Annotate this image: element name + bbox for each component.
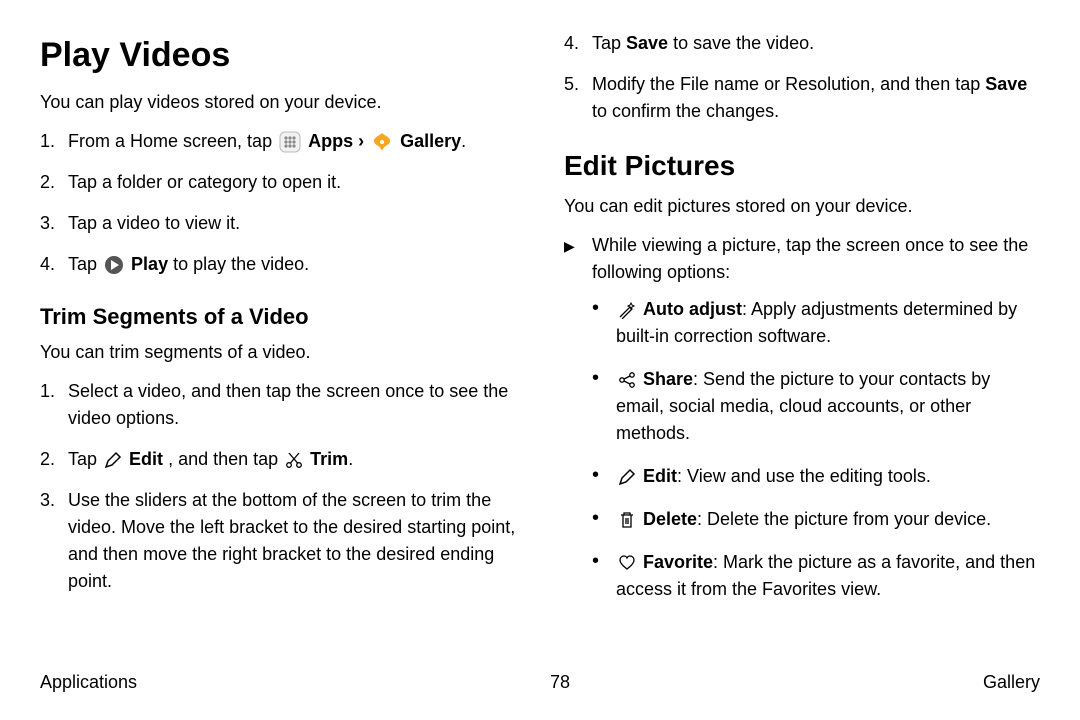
footer-left: Applications (40, 669, 137, 696)
scissors-icon (285, 451, 303, 469)
step-4-text-b: to play the video. (173, 254, 309, 274)
option-share: Share: Send the picture to your contacts… (592, 366, 1040, 447)
cont-step-5: Modify the File name or Resolution, and … (564, 71, 1040, 125)
step-1-text-a: From a Home screen, tap (68, 131, 277, 151)
option-edit: Edit: View and use the editing tools. (592, 463, 1040, 490)
trim-steps: Select a video, and then tap the screen … (40, 378, 516, 595)
play-videos-heading: Play Videos (40, 30, 516, 81)
step-2-text: Tap a folder or category to open it. (68, 169, 516, 196)
arrow-item-text: While viewing a picture, tap the screen … (592, 235, 1028, 282)
option-delete: Delete: Delete the picture from your dev… (592, 506, 1040, 533)
step-4: Tap Play to play the video. (40, 251, 516, 278)
step-1: From a Home screen, tap Apps › Gallery. (40, 128, 516, 155)
auto-adjust-icon (618, 301, 636, 319)
arrow-item: While viewing a picture, tap the screen … (564, 232, 1040, 619)
play-label: Play (131, 254, 168, 274)
delete-label: Delete (643, 509, 697, 529)
trim-step-3: Use the sliders at the bottom of the scr… (40, 487, 516, 595)
edit-options-list: Auto adjust: Apply adjustments determine… (592, 296, 1040, 603)
trim-step-1: Select a video, and then tap the screen … (40, 378, 516, 432)
edit-pictures-intro: You can edit pictures stored on your dev… (564, 193, 1040, 220)
edit-option-label: Edit (643, 466, 677, 486)
footer-right: Gallery (983, 669, 1040, 696)
step-1-separator: › (358, 131, 369, 151)
right-column: Tap Save to save the video. Modify the F… (564, 30, 1040, 650)
edit-option-text: : View and use the editing tools. (677, 466, 931, 486)
trim-step-2-c: . (348, 449, 353, 469)
share-label: Share (643, 369, 693, 389)
option-favorite: Favorite: Mark the picture as a favorite… (592, 549, 1040, 603)
edit-icon (618, 468, 636, 486)
edit-pictures-heading: Edit Pictures (564, 145, 1040, 187)
gallery-icon (371, 131, 393, 153)
apps-icon (279, 131, 301, 153)
trim-step-3-text: Use the sliders at the bottom of the scr… (68, 487, 516, 595)
apps-label: Apps (308, 131, 353, 151)
save-label-2: Save (985, 74, 1027, 94)
step-1-end: . (461, 131, 466, 151)
step-2: Tap a folder or category to open it. (40, 169, 516, 196)
left-column: Play Videos You can play videos stored o… (40, 30, 516, 650)
trim-label: Trim (310, 449, 348, 469)
play-videos-intro: You can play videos stored on your devic… (40, 89, 516, 116)
favorite-icon (618, 554, 636, 572)
auto-adjust-label: Auto adjust (643, 299, 742, 319)
trim-step-1-text: Select a video, and then tap the screen … (68, 378, 516, 432)
step-3-text: Tap a video to view it. (68, 210, 516, 237)
option-auto-adjust: Auto adjust: Apply adjustments determine… (592, 296, 1040, 350)
edit-label: Edit (129, 449, 163, 469)
favorite-label: Favorite (643, 552, 713, 572)
trim-segments-heading: Trim Segments of a Video (40, 300, 516, 333)
step-4-text-a: Tap (68, 254, 102, 274)
gallery-label: Gallery (400, 131, 461, 151)
save-label-1: Save (626, 33, 668, 53)
edit-pictures-arrow-list: While viewing a picture, tap the screen … (564, 232, 1040, 619)
delete-icon (618, 511, 636, 529)
cont-step-5-b: to confirm the changes. (592, 101, 779, 121)
play-icon (104, 255, 124, 275)
trim-step-2-a: Tap (68, 449, 102, 469)
step-3: Tap a video to view it. (40, 210, 516, 237)
cont-step-5-a: Modify the File name or Resolution, and … (592, 74, 985, 94)
trim-step-2: Tap Edit , and then tap Trim. (40, 446, 516, 473)
cont-step-4-a: Tap (592, 33, 626, 53)
edit-pencil-icon (104, 451, 122, 469)
trim-segments-intro: You can trim segments of a video. (40, 339, 516, 366)
continued-steps: Tap Save to save the video. Modify the F… (564, 30, 1040, 125)
footer-page-number: 78 (550, 669, 570, 696)
cont-step-4: Tap Save to save the video. (564, 30, 1040, 57)
trim-step-2-b: , and then tap (168, 449, 283, 469)
play-videos-steps: From a Home screen, tap Apps › Gallery. … (40, 128, 516, 278)
page-footer: Applications 78 Gallery (40, 669, 1040, 696)
share-icon (618, 371, 636, 389)
cont-step-4-b: to save the video. (668, 33, 814, 53)
delete-text: : Delete the picture from your device. (697, 509, 991, 529)
